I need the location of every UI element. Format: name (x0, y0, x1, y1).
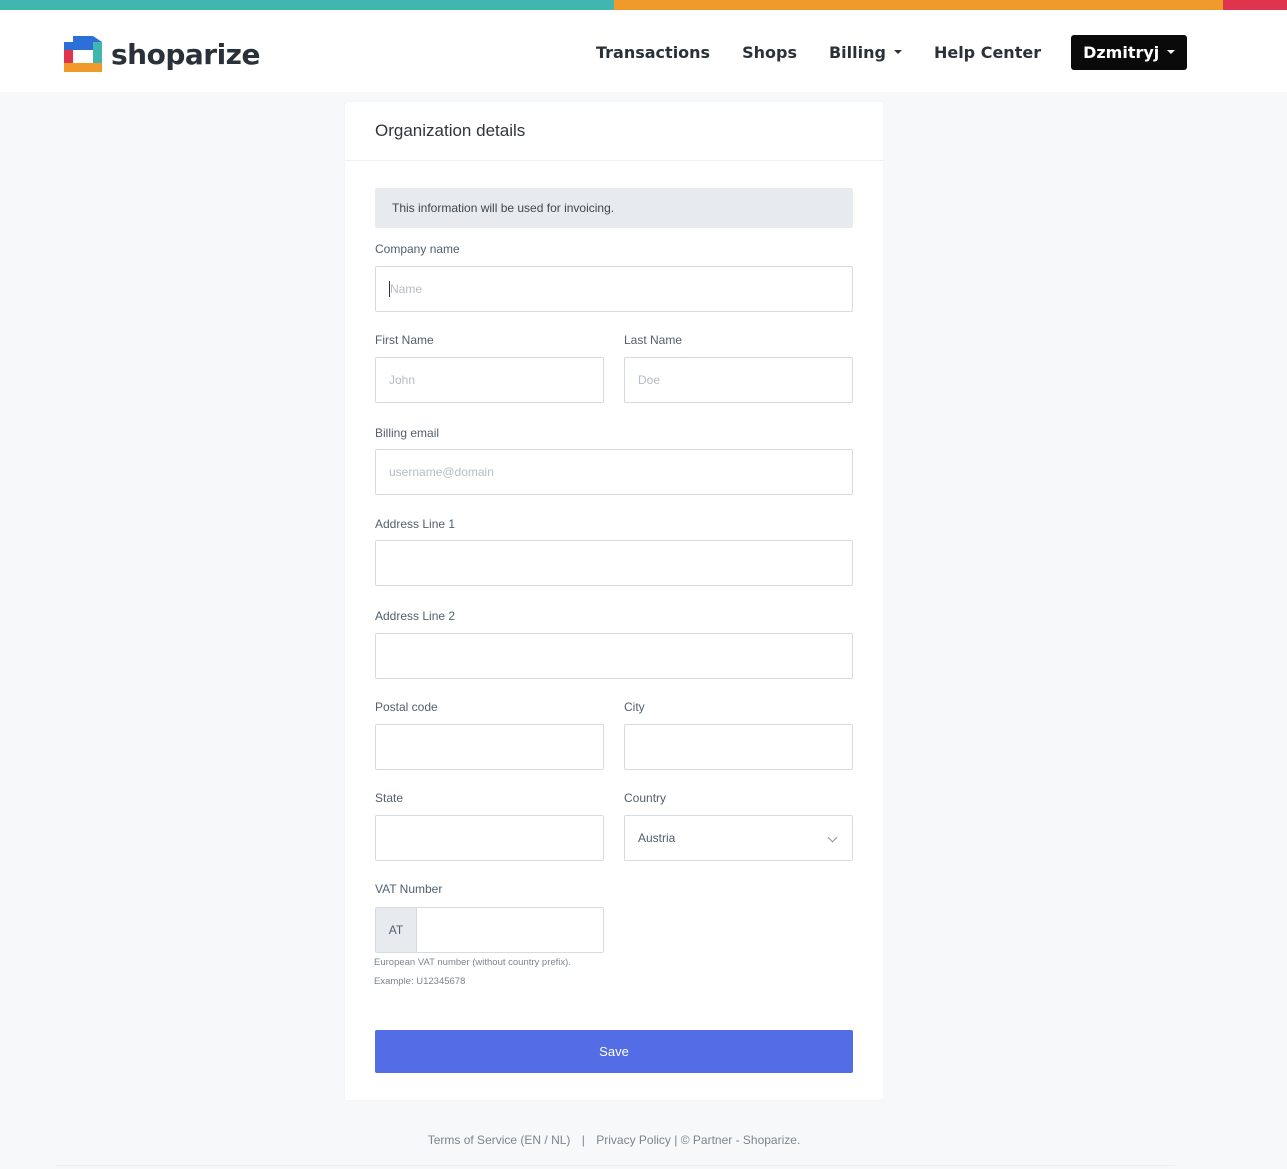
company-name-label: Company name (375, 242, 460, 256)
invoicing-info-alert: This information will be used for invoic… (375, 188, 853, 228)
nav-help-center[interactable]: Help Center (934, 43, 1041, 62)
organization-details-card: Organization details This information wi… (345, 102, 883, 1100)
last-name-input[interactable]: Doe (624, 357, 853, 403)
country-select[interactable]: Austria (624, 815, 853, 861)
state-label: State (375, 791, 404, 805)
city-input[interactable] (624, 724, 853, 770)
privacy-policy-link[interactable]: Privacy Policy (596, 1133, 671, 1147)
user-menu-button[interactable]: Dzmitryj (1071, 34, 1188, 70)
billing-email-placeholder: username@domain (389, 465, 494, 479)
postal-code-label: Postal code (375, 700, 438, 714)
first-name-input[interactable]: John (375, 357, 604, 403)
vat-hint-line1: European VAT number (without country pre… (374, 957, 571, 968)
country-selected-value: Austria (638, 831, 676, 845)
user-name: Dzmitryj (1083, 42, 1160, 62)
stripe-teal (0, 0, 614, 10)
footer-copyright: | © Partner - Shoparize. (674, 1133, 801, 1147)
first-name-placeholder: John (389, 373, 416, 387)
vat-hint-line2: Example: U12345678 (374, 976, 466, 987)
main-nav: Transactions Shops Billing Help Center D… (580, 34, 1188, 70)
vat-number-input[interactable] (416, 907, 604, 953)
chevron-down-icon (827, 832, 838, 843)
country-label: Country (624, 791, 667, 805)
address-line2-label: Address Line 2 (375, 609, 456, 623)
shoparize-logo-icon (64, 36, 102, 72)
vat-country-prefix: AT (375, 907, 416, 953)
brand-name: shoparize (111, 37, 260, 71)
postal-code-input[interactable] (375, 724, 604, 770)
nav-billing-label: Billing (828, 42, 886, 62)
billing-email-input[interactable]: username@domain (375, 449, 853, 495)
card-header: Organization details (345, 102, 883, 161)
nav-transactions[interactable]: Transactions (596, 43, 710, 62)
address-line1-input[interactable] (375, 540, 853, 586)
first-name-label: First Name (375, 333, 434, 347)
brand-color-stripe (0, 0, 1287, 10)
stripe-red (1223, 0, 1287, 10)
company-name-input[interactable]: Name (375, 266, 853, 312)
last-name-placeholder: Doe (638, 373, 661, 387)
city-label: City (624, 700, 645, 714)
nav-billing-dropdown[interactable]: Billing (829, 43, 902, 62)
footer-divider (55, 1165, 1175, 1166)
terms-of-service-link[interactable]: Terms of Service (EN / NL) (428, 1133, 571, 1147)
nav-shops[interactable]: Shops (742, 43, 797, 62)
address-line2-input[interactable] (375, 633, 853, 679)
card-title: Organization details (375, 121, 526, 140)
footer-separator: | (581, 1133, 585, 1147)
caret-down-icon (893, 50, 902, 54)
brand-logo[interactable]: shoparize (64, 36, 260, 72)
top-navbar: shoparize Transactions Shops Billing Hel… (0, 10, 1287, 92)
address-line1-label: Address Line 1 (375, 517, 456, 531)
last-name-label: Last Name (624, 333, 683, 347)
stripe-orange (614, 0, 1223, 10)
company-name-placeholder: Name (390, 282, 423, 296)
caret-down-icon (1167, 50, 1176, 54)
vat-number-label: VAT Number (375, 882, 443, 896)
billing-email-label: Billing email (375, 426, 440, 440)
page-footer: Terms of Service (EN / NL) | Privacy Pol… (0, 1133, 1228, 1147)
state-input[interactable] (375, 815, 604, 861)
save-button[interactable]: Save (375, 1030, 853, 1073)
